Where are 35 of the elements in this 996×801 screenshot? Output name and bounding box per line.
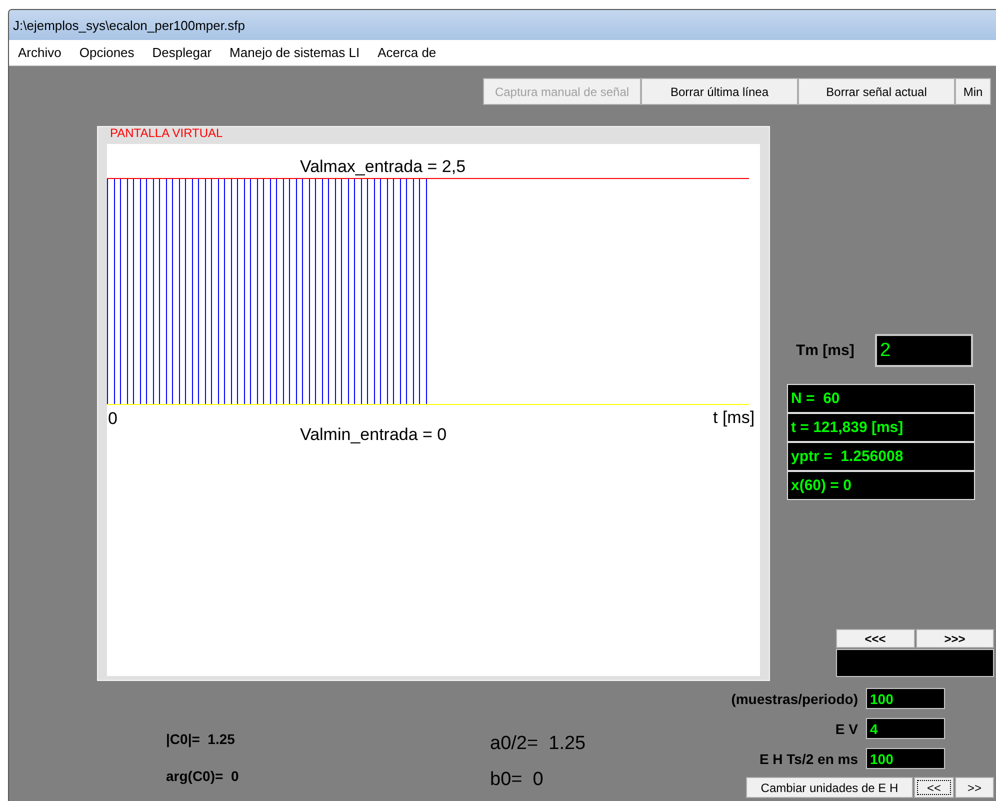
input-field[interactable]: 4 [866,718,945,739]
min-value-label: Valmin_entrada = 0 [300,425,447,444]
group-box-title: PANTALLA VIRTUAL [108,127,225,140]
toolbar-button[interactable]: Min [955,78,991,105]
nav-button[interactable]: <<< [836,629,914,648]
input-field[interactable]: 100 [866,748,945,769]
input-field[interactable]: 100 [866,688,945,709]
field-label: (muestras/periodo) [731,690,858,706]
toolbar-button[interactable]: Borrar última línea [641,78,798,105]
form-button[interactable]: >> [955,777,994,798]
tm-label: Tm [ms] [795,342,856,359]
menu-item[interactable]: Opciones [74,45,140,60]
menu-item[interactable]: Acerca de [372,45,442,60]
nav-button[interactable]: >>> [916,629,994,648]
origin-label: 0 [108,409,118,428]
coefficient-text: b0= 0 [490,768,544,792]
toolbar-button[interactable]: Borrar señal actual [798,78,955,105]
readout-display: t = 121,839 [ms] [788,414,974,441]
readout-display: N = 60 [788,385,974,412]
max-value-label: Valmax_entrada = 2,5 [300,157,466,176]
coefficient-text: arg(C0)= 0 [166,767,240,785]
menu-item[interactable]: Desplegar [147,45,217,60]
menu-item[interactable]: Archivo [13,45,66,60]
field-label: E H Ts/2 en ms [759,750,858,766]
field-label: E V [835,720,858,736]
axis-label: t [ms] [713,408,755,427]
readout-display: yptr = 1.256008 [788,443,974,470]
coefficient-text: a0/2= 1.25 [490,732,586,756]
form-button[interactable]: << [914,777,954,798]
coefficient-text: |C0|= 1.25 [166,730,236,748]
menu-item[interactable]: Manejo de sistemas LI [224,45,365,60]
form-button[interactable]: Cambiar unidades de E H [746,777,913,798]
tm-input-field[interactable]: 2 [875,334,973,367]
readout-display: x(60) = 0 [788,472,974,499]
window-title: J:\ejemplos_sys\ecalon_per100mper.sfp [13,18,245,32]
